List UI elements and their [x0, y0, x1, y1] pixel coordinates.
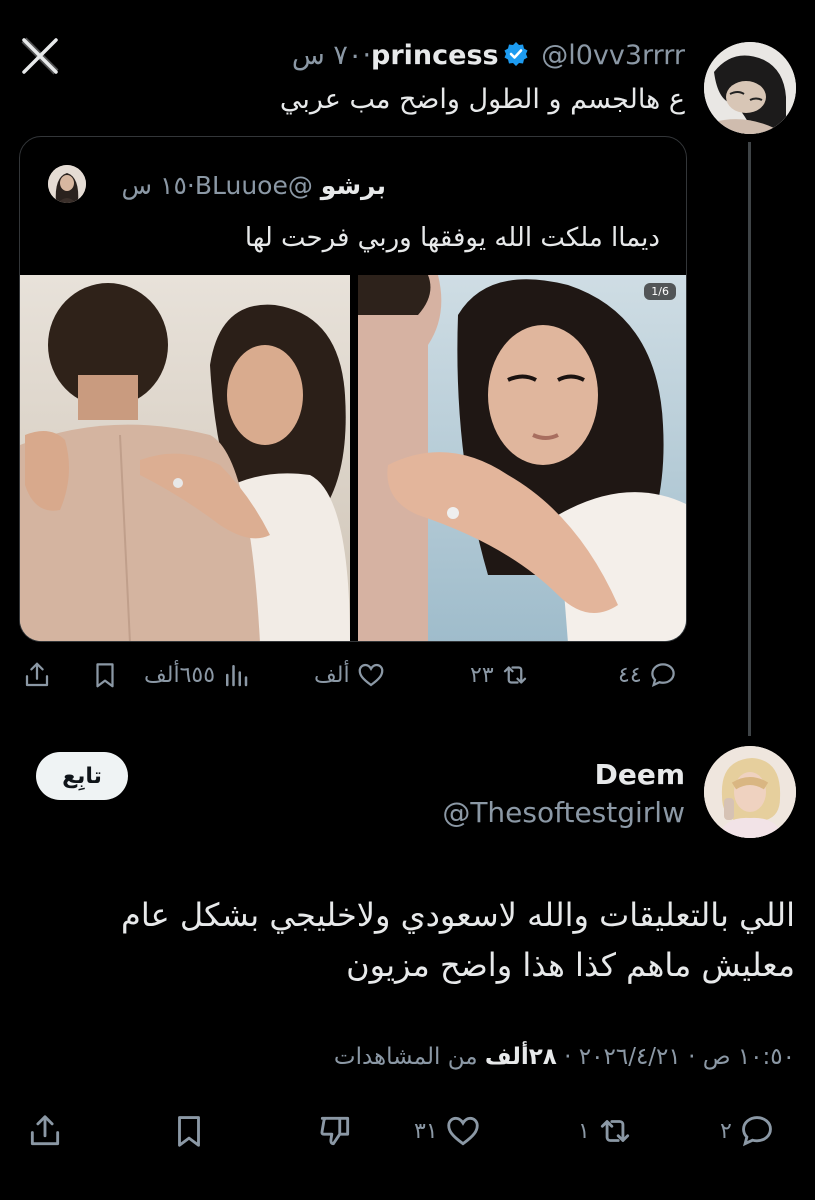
follow-button[interactable]: تابِع [36, 752, 128, 800]
thumbs-down-icon [320, 1116, 350, 1146]
heart-icon [446, 1116, 479, 1146]
parent-tweet-time: ٧٠ س [291, 40, 363, 71]
parent-tweet-header: princess @l0vv3rrrr ·٧٠ س [292, 40, 685, 71]
repost-icon [600, 1120, 629, 1142]
parent-author-avatar[interactable] [704, 42, 796, 134]
x-close-icon[interactable] [20, 36, 60, 76]
reply-count: ٢ [720, 1118, 732, 1144]
like-count: ٣١ [414, 1118, 438, 1144]
quoted-tweet-card[interactable]: برشو @BLuuoe·١٥ س ديماا ملكت الله يوفقها… [19, 136, 687, 642]
parent-author-handle[interactable]: @l0vv3rrrr [541, 40, 685, 71]
parent-author-name[interactable]: princess [371, 40, 499, 71]
reply-repost-button[interactable]: ١ [578, 1112, 634, 1150]
quote-tweet-time: ١٥ س [121, 171, 187, 200]
parent-tweet-text: ع هالجسم و الطول واضح مب عربي [279, 84, 685, 115]
separator: · [362, 40, 372, 71]
repost-count: ٢٣ [470, 662, 494, 688]
parent-share-button[interactable] [22, 660, 52, 690]
quote-photo-2[interactable]: 1/6 [358, 275, 686, 641]
parent-bookmark-button[interactable] [90, 660, 120, 690]
heart-icon [358, 663, 383, 687]
separator: · [186, 171, 195, 200]
quote-tweet-header: برشو @BLuuoe·١٥ س [122, 171, 386, 200]
reply-like-button[interactable]: ٣١ [414, 1112, 482, 1150]
share-icon [30, 1115, 60, 1146]
reply-count: ٤٤ [618, 662, 642, 688]
reply-tweet-text: اللي بالتعليقات والله لاسعودي ولاخليجي ب… [121, 896, 795, 984]
reply-tweet-meta: ١٠:٥٠ ص · ٢٠٢٦/٤/٢١ · ٢٨ألف من المشاهدات [334, 1044, 795, 1070]
quote-author-avatar [48, 165, 86, 203]
bookmark-icon [96, 663, 114, 688]
reply-author-handle[interactable]: @Thesoftestgirlw [442, 796, 685, 829]
reply-icon [741, 1116, 772, 1147]
quote-photo-1[interactable] [20, 275, 350, 641]
quote-tweet-text: ديماا ملكت الله يوفقها وربي فرحت لها [244, 223, 660, 253]
separator: · [556, 1044, 579, 1070]
reply-views-count[interactable]: ٢٨ألف [485, 1044, 557, 1070]
photo-counter-badge: 1/6 [644, 283, 676, 300]
reply-timestamp: ١٠:٥٠ ص · ٢٠٢٦/٤/٢١ [578, 1044, 795, 1070]
parent-views-button[interactable]: ٦٥٥ألف [144, 660, 251, 690]
repost-icon [503, 666, 526, 684]
reply-views-label: من المشاهدات [333, 1044, 485, 1070]
analytics-icon [226, 665, 248, 687]
parent-like-button[interactable]: ألف [314, 660, 386, 690]
parent-repost-button[interactable]: ٢٣ [470, 660, 530, 690]
verified-badge-icon [503, 41, 529, 67]
like-count: ألف [314, 662, 350, 688]
quote-author-handle: @BLuuoe [194, 171, 313, 200]
thread-connector-line [748, 142, 751, 736]
repost-count: ١ [578, 1118, 590, 1144]
share-icon [25, 662, 49, 687]
reply-share-button[interactable] [26, 1112, 64, 1150]
parent-reply-button[interactable]: ٤٤ [618, 660, 678, 690]
reply-reply-button[interactable]: ٢ [720, 1112, 776, 1150]
bookmark-icon [178, 1116, 200, 1147]
reply-author-name[interactable]: Deem [595, 758, 685, 791]
quote-author-name: برشو [320, 171, 386, 200]
views-count: ٦٥٥ألف [144, 662, 216, 688]
reply-dislike-button[interactable] [316, 1112, 354, 1150]
reply-author-avatar[interactable] [704, 746, 796, 838]
reply-bookmark-button[interactable] [170, 1112, 208, 1150]
reply-icon [650, 663, 675, 688]
